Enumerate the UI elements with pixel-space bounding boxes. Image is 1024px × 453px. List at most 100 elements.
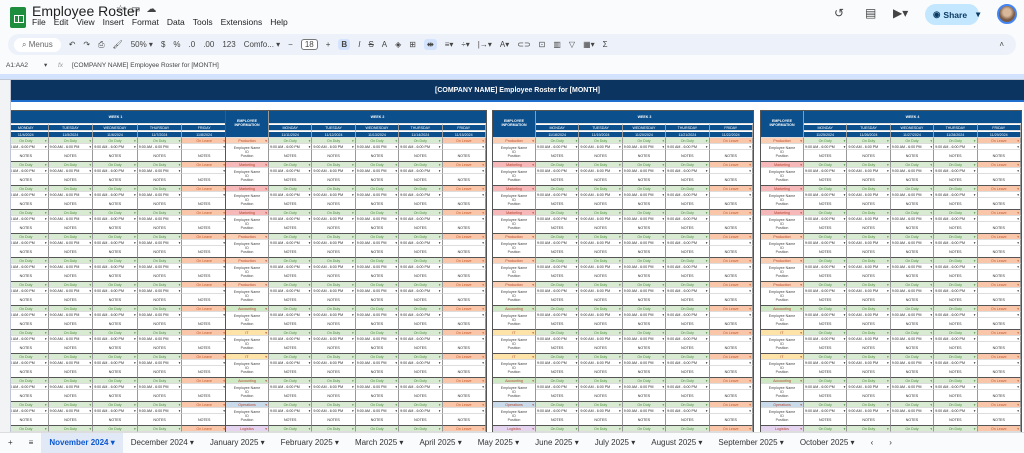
- comment-icon[interactable]: ⊡: [539, 40, 546, 49]
- notes-cell[interactable]: NOTES: [182, 198, 227, 210]
- notes-cell[interactable]: NOTES: [890, 414, 935, 426]
- percent-button[interactable]: %: [173, 40, 180, 49]
- chevron-down-icon[interactable]: ▾: [109, 438, 115, 447]
- notes-cell[interactable]: NOTES: [847, 342, 891, 354]
- notes-cell[interactable]: NOTES: [666, 366, 710, 378]
- employee-info-cell[interactable]: Employee Name ID Position: [226, 360, 269, 378]
- notes-cell[interactable]: NOTES: [442, 270, 486, 282]
- notes-cell[interactable]: NOTES: [847, 270, 891, 282]
- notes-cell[interactable]: NOTES: [977, 246, 1021, 258]
- notes-cell[interactable]: NOTES: [622, 294, 667, 306]
- notes-cell[interactable]: NOTES: [93, 150, 138, 162]
- notes-cell[interactable]: NOTES: [312, 174, 356, 186]
- notes-cell[interactable]: NOTES: [11, 174, 49, 186]
- menu-format[interactable]: Format: [132, 17, 159, 27]
- notes-cell[interactable]: NOTES: [847, 318, 891, 330]
- notes-cell[interactable]: NOTES: [847, 150, 891, 162]
- notes-cell[interactable]: NOTES: [93, 198, 138, 210]
- notes-cell[interactable]: NOTES: [442, 294, 486, 306]
- notes-cell[interactable]: NOTES: [399, 366, 443, 378]
- notes-cell[interactable]: NOTES: [579, 198, 623, 210]
- notes-cell[interactable]: NOTES: [399, 222, 443, 234]
- notes-cell[interactable]: NOTES: [399, 150, 443, 162]
- notes-cell[interactable]: NOTES: [442, 150, 486, 162]
- notes-cell[interactable]: NOTES: [399, 246, 443, 258]
- bold-button[interactable]: B: [338, 39, 351, 50]
- notes-cell[interactable]: NOTES: [312, 342, 356, 354]
- notes-cell[interactable]: NOTES: [579, 246, 623, 258]
- menu-data[interactable]: Data: [167, 17, 185, 27]
- star-icon[interactable]: ☆: [116, 4, 131, 15]
- notes-cell[interactable]: NOTES: [536, 390, 580, 402]
- notes-cell[interactable]: NOTES: [137, 390, 183, 402]
- sheet-grid[interactable]: [COMPANY NAME] Employee Roster for [MONT…: [11, 80, 1024, 432]
- notes-cell[interactable]: NOTES: [137, 294, 183, 306]
- notes-cell[interactable]: NOTES: [709, 318, 753, 330]
- employee-info-cell[interactable]: Employee Name ID Position: [493, 360, 536, 378]
- italic-button[interactable]: I: [358, 40, 360, 49]
- notes-cell[interactable]: NOTES: [804, 342, 848, 354]
- notes-cell[interactable]: NOTES: [890, 198, 935, 210]
- notes-cell[interactable]: NOTES: [977, 222, 1021, 234]
- menu-file[interactable]: File: [32, 17, 46, 27]
- notes-cell[interactable]: NOTES: [890, 222, 935, 234]
- employee-info-cell[interactable]: Employee Name ID Position: [226, 264, 269, 282]
- notes-cell[interactable]: NOTES: [804, 222, 848, 234]
- notes-cell[interactable]: NOTES: [666, 342, 710, 354]
- notes-cell[interactable]: NOTES: [536, 246, 580, 258]
- notes-cell[interactable]: NOTES: [622, 414, 667, 426]
- fill-color-icon[interactable]: ◈: [395, 40, 401, 49]
- notes-cell[interactable]: NOTES: [847, 390, 891, 402]
- notes-cell[interactable]: NOTES: [890, 270, 935, 282]
- notes-cell[interactable]: NOTES: [622, 198, 667, 210]
- notes-cell[interactable]: NOTES: [355, 342, 400, 354]
- notes-cell[interactable]: NOTES: [579, 390, 623, 402]
- notes-cell[interactable]: NOTES: [48, 270, 94, 282]
- employee-info-cell[interactable]: Employee Name ID Position: [493, 336, 536, 354]
- notes-cell[interactable]: NOTES: [312, 366, 356, 378]
- more-formats-button[interactable]: 123: [222, 40, 235, 49]
- text-color-icon[interactable]: A: [382, 40, 387, 49]
- notes-cell[interactable]: NOTES: [804, 318, 848, 330]
- notes-cell[interactable]: NOTES: [399, 414, 443, 426]
- notes-cell[interactable]: NOTES: [847, 222, 891, 234]
- employee-info-cell[interactable]: Employee Name ID Position: [226, 216, 269, 234]
- notes-cell[interactable]: NOTES: [11, 366, 49, 378]
- roster-banner[interactable]: [COMPANY NAME] Employee Roster for [MONT…: [11, 80, 1024, 102]
- notes-cell[interactable]: NOTES: [399, 198, 443, 210]
- notes-cell[interactable]: NOTES: [804, 294, 848, 306]
- tab-sheet[interactable]: June 2025 ▾: [527, 433, 587, 453]
- chevron-down-icon[interactable]: ▾: [455, 438, 462, 447]
- notes-cell[interactable]: NOTES: [182, 390, 227, 402]
- notes-cell[interactable]: NOTES: [182, 342, 227, 354]
- employee-info-cell[interactable]: Employee Name ID Position: [493, 144, 536, 162]
- notes-cell[interactable]: NOTES: [536, 198, 580, 210]
- notes-cell[interactable]: NOTES: [48, 414, 94, 426]
- employee-info-cell[interactable]: Employee Name ID Position: [493, 192, 536, 210]
- notes-cell[interactable]: NOTES: [269, 414, 313, 426]
- menu-edit[interactable]: Edit: [54, 17, 69, 27]
- notes-cell[interactable]: NOTES: [977, 150, 1021, 162]
- notes-cell[interactable]: NOTES: [709, 270, 753, 282]
- notes-cell[interactable]: NOTES: [269, 246, 313, 258]
- notes-cell[interactable]: NOTES: [11, 270, 49, 282]
- tab-sheet[interactable]: May 2025 ▾: [470, 433, 527, 453]
- notes-cell[interactable]: NOTES: [934, 366, 978, 378]
- notes-cell[interactable]: NOTES: [11, 198, 49, 210]
- notes-cell[interactable]: NOTES: [442, 414, 486, 426]
- notes-cell[interactable]: NOTES: [312, 246, 356, 258]
- employee-info-cell[interactable]: Employee Name ID Position: [493, 168, 536, 186]
- employee-info-cell[interactable]: Employee Name ID Position: [761, 312, 804, 330]
- employee-info-cell[interactable]: Employee Name ID Position: [493, 312, 536, 330]
- notes-cell[interactable]: NOTES: [269, 174, 313, 186]
- notes-cell[interactable]: NOTES: [269, 150, 313, 162]
- notes-cell[interactable]: NOTES: [442, 366, 486, 378]
- notes-cell[interactable]: NOTES: [977, 198, 1021, 210]
- notes-cell[interactable]: NOTES: [977, 294, 1021, 306]
- tab-sheet[interactable]: December 2024 ▾: [123, 433, 202, 453]
- font-select[interactable]: Comfo... ▾: [244, 40, 280, 49]
- notes-cell[interactable]: NOTES: [622, 270, 667, 282]
- tab-sheet[interactable]: September 2025 ▾: [710, 433, 791, 453]
- employee-info-cell[interactable]: Employee Name ID Position: [226, 336, 269, 354]
- meet-icon[interactable]: ▶▾: [893, 6, 908, 20]
